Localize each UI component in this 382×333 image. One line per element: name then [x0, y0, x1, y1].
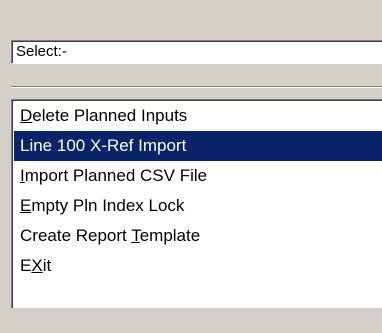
list-item-delete-planned-inputs[interactable]: Delete Planned Inputs: [14, 101, 382, 131]
mnemonic-letter: E: [20, 196, 32, 215]
action-listbox[interactable]: Delete Planned Inputs Line 100 X-Ref Imp…: [11, 99, 382, 308]
mnemonic-letter: T: [131, 226, 140, 245]
mnemonic-letter: D: [20, 106, 33, 125]
combobox-value: Select:-: [16, 43, 67, 60]
separator-line: [11, 86, 382, 88]
list-item-empty-pln-index-lock[interactable]: Empty Pln Index Lock: [14, 191, 382, 221]
mnemonic-letter: X: [31, 256, 43, 275]
list-item-import-planned-csv-file[interactable]: Import Planned CSV File: [14, 161, 382, 191]
list-item-line-100-xref-import[interactable]: Line 100 X-Ref Import: [14, 131, 382, 161]
action-select-combobox[interactable]: Select:-: [11, 40, 382, 64]
list-item-exit[interactable]: EXit: [14, 251, 382, 281]
list-item-create-report-template[interactable]: Create Report Template: [14, 221, 382, 251]
